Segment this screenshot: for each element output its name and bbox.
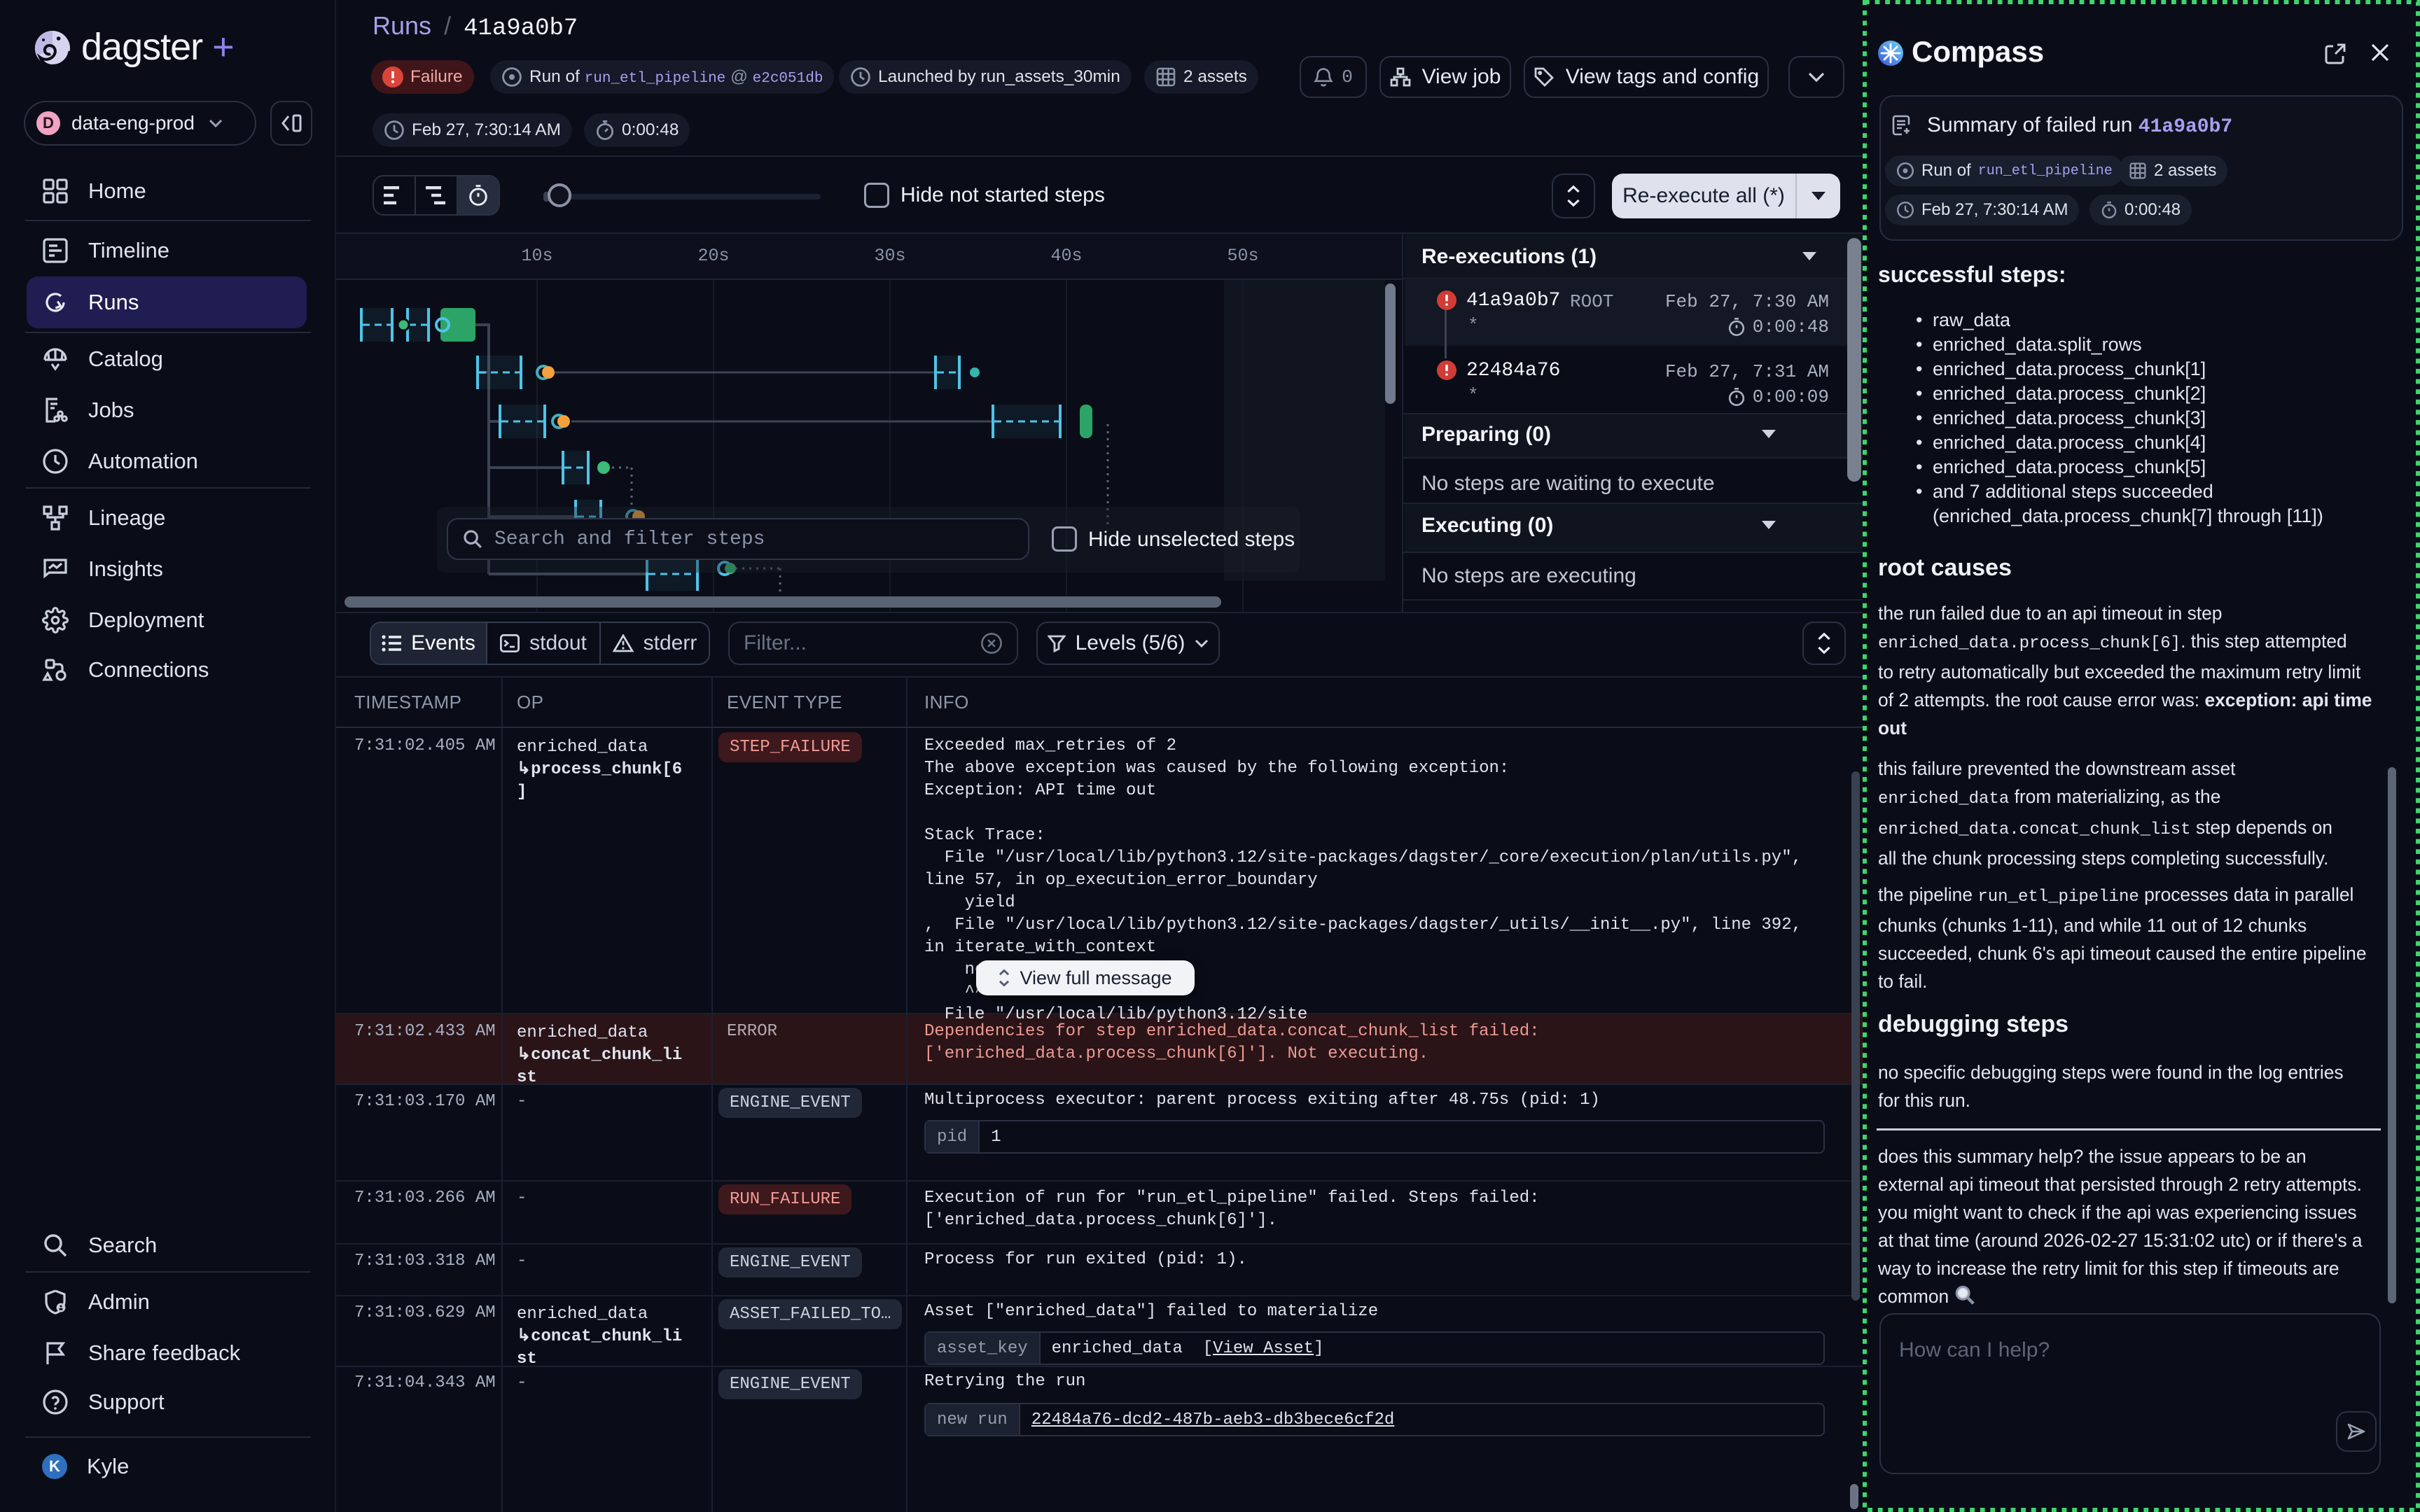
svg-text:40s: 40s bbox=[1050, 246, 1082, 266]
svg-text:30s: 30s bbox=[874, 246, 905, 266]
svg-text:10s: 10s bbox=[521, 246, 552, 266]
svg-text:50s: 50s bbox=[1227, 246, 1258, 266]
svg-text:20s: 20s bbox=[697, 246, 729, 266]
